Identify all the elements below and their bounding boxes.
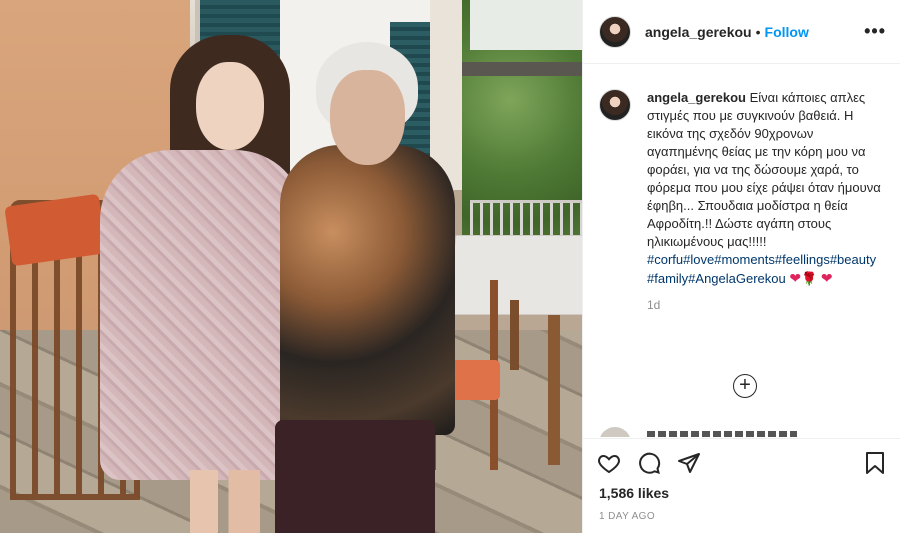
more-options-icon[interactable]: ••• — [864, 21, 886, 42]
rose-emoji: 🌹 — [801, 271, 818, 286]
post-photo[interactable] — [0, 0, 582, 533]
caption-avatar[interactable] — [599, 89, 631, 121]
caption-text: angela_gerekou Είναι κάποιες απλες στιγμ… — [647, 89, 883, 288]
avatar[interactable] — [599, 15, 631, 48]
load-more-comments-icon[interactable]: + — [733, 374, 757, 398]
caption-body: Είναι κάποιες απλες στιγμές που με συγκι… — [647, 90, 881, 249]
next-comment-preview — [599, 427, 799, 437]
caption-username[interactable]: angela_gerekou — [647, 90, 746, 105]
railing — [470, 200, 582, 240]
elderly-woman-face — [330, 70, 405, 165]
share-icon[interactable] — [677, 451, 701, 475]
action-icons — [583, 439, 900, 475]
heart-emoji: ❤ — [820, 270, 833, 286]
comments-area[interactable]: angela_gerekou Είναι κάποιες απλες στιγμ… — [583, 65, 900, 437]
elderly-woman-shawl — [280, 145, 455, 435]
heart-emoji: ❤ — [789, 270, 802, 286]
young-woman-legs — [190, 470, 260, 533]
comment-text-partial — [647, 431, 797, 437]
comment-icon[interactable] — [637, 451, 661, 475]
header-username[interactable]: angela_gerekou — [645, 24, 752, 40]
heart-icon[interactable] — [597, 451, 621, 475]
separator-dot: • — [755, 23, 761, 40]
post-header: angela_gerekou • Follow ••• — [583, 0, 900, 64]
young-woman-face — [196, 62, 264, 150]
post-date[interactable]: 1 DAY AGO — [583, 501, 900, 522]
comment-avatar — [599, 427, 631, 437]
caption-age: 1d — [647, 298, 661, 312]
hashtags[interactable]: #corfu#love#moments#feellings#beauty#fam… — [647, 252, 876, 286]
table-leg — [510, 300, 519, 370]
follow-button[interactable]: Follow — [765, 24, 809, 40]
caption: angela_gerekou Είναι κάποιες απλες στιγμ… — [599, 89, 885, 288]
post-actions: 1,586 likes 1 DAY AGO — [583, 438, 900, 533]
table-leg — [548, 315, 560, 465]
elderly-woman-skirt — [275, 420, 435, 533]
sky — [470, 0, 582, 50]
instagram-post: angela_gerekou • Follow ••• angela_gerek… — [0, 0, 900, 533]
save-icon[interactable] — [863, 451, 887, 475]
post-sidebar: angela_gerekou • Follow ••• angela_gerek… — [582, 0, 900, 533]
roof-beam — [462, 62, 582, 76]
likes-count[interactable]: 1,586 likes — [583, 475, 900, 501]
